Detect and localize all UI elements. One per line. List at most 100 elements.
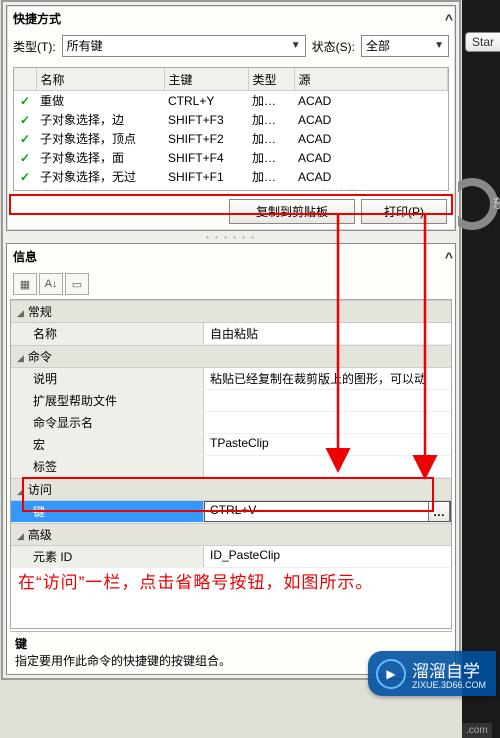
- watermark-sub: ZIXUE.3D66.COM: [412, 680, 486, 690]
- key-value-text: CTRL+V: [210, 503, 256, 517]
- print-button[interactable]: 打印(P): [361, 199, 447, 224]
- info-panel-header[interactable]: 信息 ^: [7, 244, 455, 269]
- background-strip: [462, 0, 500, 738]
- copy-clipboard-button[interactable]: 复制到剪贴板: [229, 199, 355, 224]
- cell-type: 加…: [248, 148, 294, 167]
- check-icon: ✓: [20, 170, 30, 184]
- prop-row[interactable]: 说明 粘贴已经复制在裁剪版上的图形，可以动: [11, 368, 451, 390]
- chevron-down-icon: ▼: [434, 36, 444, 56]
- prop-label-elemid: 元素 ID: [11, 546, 204, 567]
- cell-name: 子对象选择，面: [36, 148, 164, 167]
- shortcut-table: 名称 主键 类型 源 ✓重做CTRL+Y加…ACAD✓子对象选择，边SHIFT+…: [14, 68, 448, 191]
- prop-value-desc: 粘贴已经复制在裁剪版上的图形，可以动: [204, 368, 451, 389]
- type-label: 类型(T):: [13, 38, 56, 55]
- cell-source: ACAD: [294, 110, 448, 129]
- annotation-text: 在“访问”一栏，点击省略号按钮，如图所示。: [18, 568, 373, 593]
- cell-type: 加…: [248, 186, 294, 191]
- collapse-icon: ^: [445, 11, 449, 27]
- cell-type: 加…: [248, 110, 294, 129]
- table-row[interactable]: ✓ 自由粘贴CTRL+V加…天正快捷菜单: [14, 186, 448, 191]
- shortcut-grid[interactable]: 名称 主键 类型 源 ✓重做CTRL+Y加…ACAD✓子对象选择，边SHIFT+…: [13, 67, 449, 191]
- cell-key: SHIFT+F1: [164, 167, 248, 186]
- col-type[interactable]: 类型: [248, 68, 294, 91]
- table-row[interactable]: ✓子对象选择，无过SHIFT+F1加…ACAD: [14, 167, 448, 186]
- col-key[interactable]: 主键: [164, 68, 248, 91]
- status-label: 状态(S):: [312, 38, 355, 55]
- prop-label-tags: 标签: [11, 456, 204, 477]
- table-header-row: 名称 主键 类型 源: [14, 68, 448, 91]
- prop-label-dispname: 命令显示名: [11, 412, 204, 433]
- cell-name: 子对象选择，无过: [36, 167, 164, 186]
- prop-row[interactable]: 扩展型帮助文件: [11, 390, 451, 412]
- categorized-view-icon[interactable]: ▦: [13, 273, 37, 295]
- check-icon: ✓: [20, 94, 30, 108]
- watermark: ▶ 溜溜自学 ZIXUE.3D66.COM: [368, 651, 496, 696]
- cell-key: CTRL+V: [164, 186, 248, 191]
- prop-row[interactable]: 命令显示名: [11, 412, 451, 434]
- status-dropdown[interactable]: 全部 ▼: [361, 35, 449, 57]
- collapse-icon: ^: [445, 249, 449, 265]
- check-icon: ✓: [20, 151, 30, 165]
- cell-key: CTRL+Y: [164, 91, 248, 111]
- section-advanced[interactable]: 高级: [11, 523, 451, 546]
- filter-row: 类型(T): 所有键 ▼ 状态(S): 全部 ▼: [7, 31, 455, 65]
- info-panel-title: 信息: [13, 248, 37, 265]
- compass-east-label: 东: [492, 196, 500, 211]
- cell-type: 加…: [248, 129, 294, 148]
- cell-type: 加…: [248, 91, 294, 111]
- prop-label-desc: 说明: [11, 368, 204, 389]
- cell-key: SHIFT+F4: [164, 148, 248, 167]
- status-bar-tail: .com: [462, 723, 492, 738]
- prop-label-macro: 宏: [11, 434, 204, 455]
- prop-value-dispname: [204, 412, 451, 433]
- check-icon: ✓: [20, 132, 30, 146]
- prop-value-name: 自由粘贴: [204, 323, 451, 344]
- table-row[interactable]: ✓子对象选择，边SHIFT+F3加…ACAD: [14, 110, 448, 129]
- cell-name: 自由粘贴: [36, 186, 164, 191]
- shortcut-panel: 快捷方式 ^ 类型(T): 所有键 ▼ 状态(S): 全部 ▼: [6, 5, 456, 231]
- prop-value-key: CTRL+V …: [204, 501, 451, 522]
- prop-label-exthelp: 扩展型帮助文件: [11, 390, 204, 411]
- cell-source: ACAD: [294, 129, 448, 148]
- cell-name: 重做: [36, 91, 164, 111]
- prop-row[interactable]: 标签: [11, 456, 451, 478]
- start-tab[interactable]: Star: [465, 32, 500, 52]
- check-icon: ✓: [20, 113, 30, 127]
- status-dropdown-value: 全部: [366, 36, 390, 56]
- prop-label-name: 名称: [11, 323, 204, 344]
- shortcut-panel-header[interactable]: 快捷方式 ^: [7, 6, 455, 31]
- table-row[interactable]: ✓重做CTRL+Y加…ACAD: [14, 91, 448, 111]
- section-general[interactable]: 常规: [11, 300, 451, 323]
- prop-row[interactable]: 宏 TPasteClip: [11, 434, 451, 456]
- prop-row[interactable]: 元素 ID ID_PasteClip: [11, 546, 451, 568]
- prop-row[interactable]: 名称 自由粘贴: [11, 323, 451, 345]
- prop-value-tags: [204, 456, 451, 477]
- col-name[interactable]: 名称: [36, 68, 164, 91]
- prop-value-elemid: ID_PasteClip: [204, 546, 451, 567]
- shortcut-panel-title: 快捷方式: [13, 10, 61, 27]
- hint-title: 键: [15, 635, 447, 652]
- table-row[interactable]: ✓子对象选择，面SHIFT+F4加…ACAD: [14, 148, 448, 167]
- check-icon: ✓: [20, 189, 30, 192]
- section-command[interactable]: 命令: [11, 345, 451, 368]
- prop-value-exthelp: [204, 390, 451, 411]
- type-dropdown-value: 所有键: [67, 36, 103, 56]
- alphabetic-view-icon[interactable]: A↓: [39, 273, 63, 295]
- type-dropdown[interactable]: 所有键 ▼: [62, 35, 306, 57]
- splitter[interactable]: • • • • • •: [3, 233, 459, 243]
- properties-view-icon[interactable]: ▭: [65, 273, 89, 295]
- prop-label-key: 键: [11, 501, 204, 522]
- col-source[interactable]: 源: [294, 68, 448, 91]
- ellipsis-button[interactable]: …: [428, 501, 450, 522]
- cell-source: ACAD: [294, 167, 448, 186]
- prop-row-key[interactable]: 键 CTRL+V …: [11, 501, 451, 523]
- play-icon: ▶: [376, 659, 406, 689]
- section-access[interactable]: 访问: [11, 478, 451, 501]
- cell-key: SHIFT+F2: [164, 129, 248, 148]
- prop-value-macro: TPasteClip: [204, 434, 451, 455]
- cell-name: 子对象选择，顶点: [36, 129, 164, 148]
- cell-source: 天正快捷菜单: [294, 186, 448, 191]
- chevron-down-icon: ▼: [291, 36, 301, 56]
- table-row[interactable]: ✓ 子对象选择，顶点SHIFT+F2加…ACAD: [14, 129, 448, 148]
- info-panel: 信息 ^ ▦ A↓ ▭ 常规 名称 自由粘贴 命令 说明 粘贴已经复制在裁剪版上…: [6, 243, 456, 675]
